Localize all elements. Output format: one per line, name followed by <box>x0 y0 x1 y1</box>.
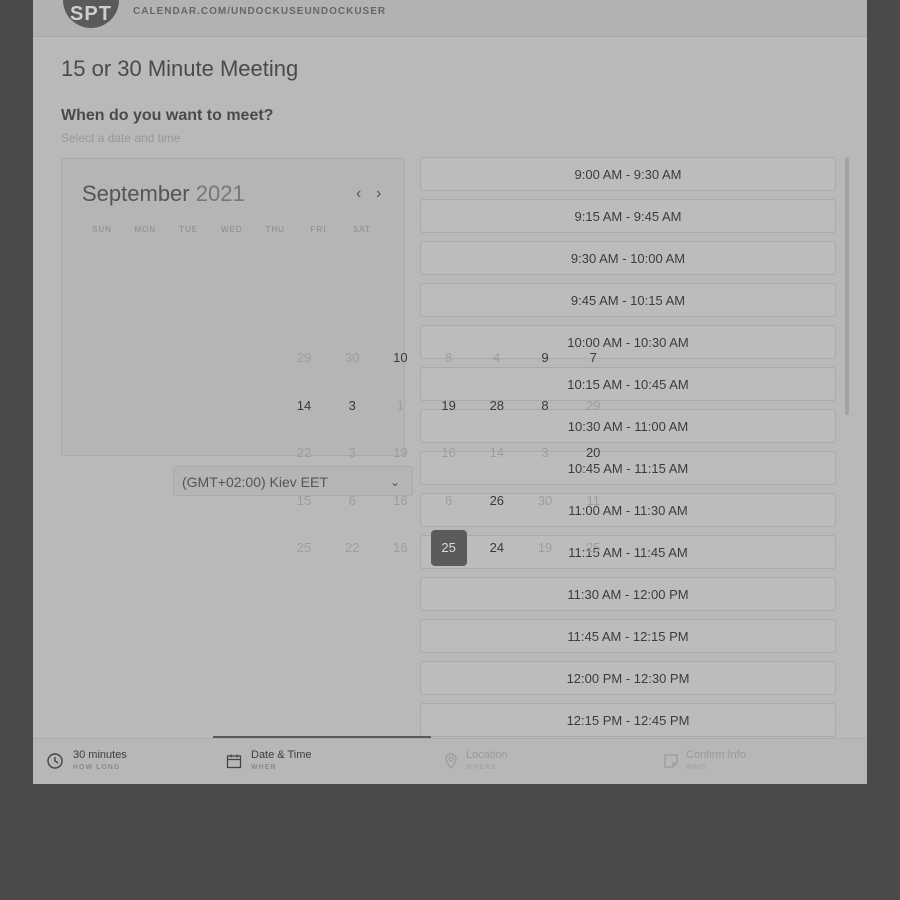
calendar-day-cell[interactable]: 26 <box>479 483 515 519</box>
booking-url[interactable]: CALENDAR.COM/UNDOCKUSEUNDOCKUSER <box>133 6 386 17</box>
selected-day-cell[interactable]: 25 <box>430 530 467 566</box>
calendar-icon <box>226 754 242 769</box>
calendar-day-cell[interactable]: 28 <box>479 388 515 424</box>
calendar-day-cell[interactable]: 14 <box>479 435 515 471</box>
prompt-hint: Select a date and time <box>61 131 181 145</box>
next-month-icon[interactable]: › <box>376 185 381 203</box>
profile-header: SPT CALENDAR.COM/UNDOCKUSEUNDOCKUSER <box>33 0 867 37</box>
clock-icon <box>47 753 63 769</box>
weekday-label: MON <box>134 225 157 234</box>
calendar-day-cell[interactable]: 19 <box>431 388 467 424</box>
calendar-day-cell[interactable]: 3 <box>334 435 370 471</box>
prompt-title: When do you want to meet? <box>61 107 274 124</box>
step-date-time[interactable]: Date & Time WHEN <box>251 749 312 771</box>
calendar-day-cell[interactable]: 8 <box>527 388 563 424</box>
page-title: 15 or 30 Minute Meeting <box>61 56 299 81</box>
calendar-day-cell[interactable]: 3 <box>527 435 563 471</box>
step-duration[interactable]: 30 minutes HOW LONG <box>73 749 127 771</box>
previous-month-icon[interactable]: ‹ <box>356 185 361 203</box>
weekday-label: THU <box>265 225 285 234</box>
step-confirm-sub: WHO <box>686 764 707 771</box>
step-confirm-info[interactable]: Confirm Info WHO <box>686 749 746 771</box>
note-icon <box>664 754 678 768</box>
calendar-day-cell[interactable]: 11 <box>575 483 611 519</box>
calendar-day-cell[interactable]: 30 <box>334 340 370 376</box>
calendar-day-cell[interactable]: 16 <box>382 483 418 519</box>
weekday-label: TUE <box>179 225 199 234</box>
weekday-label: WED <box>221 225 243 234</box>
calendar-year: 2021 <box>195 181 245 206</box>
calendar-day-cell[interactable]: 22 <box>334 530 370 566</box>
calendar-day-cell[interactable]: 22 <box>286 435 322 471</box>
calendar-day-cell[interactable]: 24 <box>479 530 515 566</box>
calendar-day-cell[interactable]: 29 <box>286 340 322 376</box>
time-slot-button[interactable]: 9:45 AM - 10:15 AM <box>420 283 836 317</box>
step-location-sub: WHERE <box>466 764 498 771</box>
calendar-day-cell[interactable]: 15 <box>286 483 322 519</box>
calendar-month: September <box>82 181 190 206</box>
step-date-time-title: Date & Time <box>251 749 312 761</box>
calendar-day-cell[interactable]: 1 <box>382 388 418 424</box>
calendar-day-cell[interactable]: 25 <box>575 530 611 566</box>
calendar-day-cell[interactable]: 25 <box>286 530 322 566</box>
calendar-day-cell[interactable]: 7 <box>575 340 611 376</box>
calendar-day-cell[interactable]: 4 <box>479 340 515 376</box>
time-slot-button[interactable]: 9:30 AM - 10:00 AM <box>420 241 836 275</box>
calendar-day-cell[interactable]: 19 <box>382 435 418 471</box>
calendar-day-cell[interactable]: 19 <box>527 530 563 566</box>
slot-scrollbar[interactable] <box>845 157 849 415</box>
calendar-day-cell[interactable]: 14 <box>286 388 322 424</box>
weekday-label: SAT <box>352 225 371 234</box>
calendar-day-cell[interactable]: 30 <box>527 483 563 519</box>
time-slot-button[interactable]: 11:30 AM - 12:00 PM <box>420 577 836 611</box>
step-duration-title: 30 minutes <box>73 749 127 761</box>
step-duration-sub: HOW LONG <box>73 764 121 771</box>
calendar-day-cell[interactable]: 9 <box>527 340 563 376</box>
step-date-time-sub: WHEN <box>251 764 277 771</box>
calendar-day-cell[interactable]: 29 <box>575 388 611 424</box>
calendar-day-cell[interactable]: 6 <box>431 483 467 519</box>
time-slot-button[interactable]: 9:00 AM - 9:30 AM <box>420 157 836 191</box>
calendar-day-cell[interactable]: 16 <box>431 435 467 471</box>
time-slot-button[interactable]: 11:45 AM - 12:15 PM <box>420 619 836 653</box>
calendar-day-cell[interactable]: 10 <box>382 340 418 376</box>
step-confirm-title: Confirm Info <box>686 749 746 761</box>
calendar-day-cell[interactable]: 16 <box>382 530 418 566</box>
scheduling-panel: SPT CALENDAR.COM/UNDOCKUSEUNDOCKUSER 15 … <box>33 0 867 784</box>
step-location[interactable]: Location WHERE <box>466 749 508 771</box>
calendar-month-label: September 2021 <box>82 181 245 207</box>
time-slot-button[interactable]: 12:15 PM - 12:45 PM <box>420 703 836 737</box>
step-location-title: Location <box>466 749 508 761</box>
time-slot-button[interactable]: 12:00 PM - 12:30 PM <box>420 661 836 695</box>
time-slot-button[interactable]: 9:15 AM - 9:45 AM <box>420 199 836 233</box>
step-footer: 30 minutes HOW LONG Date & Time WHEN Loc… <box>33 738 867 784</box>
weekday-label: SUN <box>92 225 112 234</box>
calendar-day-cell[interactable]: 6 <box>334 483 370 519</box>
calendar-day-cell[interactable]: 8 <box>431 340 467 376</box>
map-pin-icon <box>445 753 457 769</box>
avatar[interactable]: SPT <box>63 0 119 28</box>
calendar-day-cell[interactable]: 3 <box>334 388 370 424</box>
calendar-day-cell[interactable]: 20 <box>575 435 611 471</box>
weekday-label: FRI <box>310 225 327 234</box>
